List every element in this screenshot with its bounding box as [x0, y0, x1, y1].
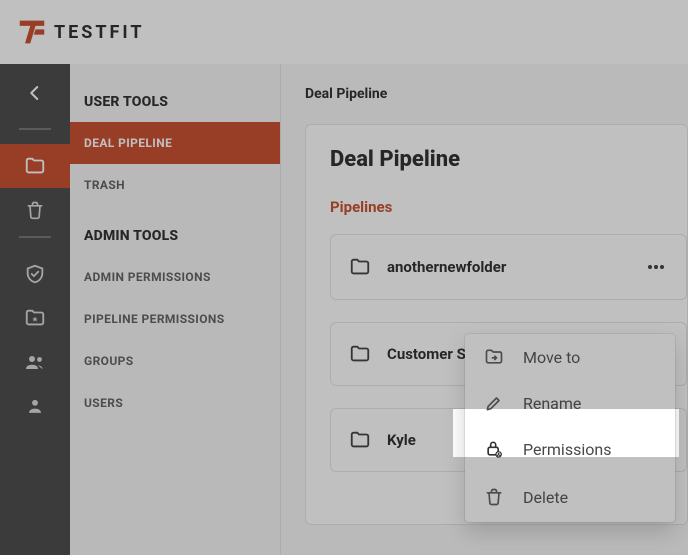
- rail-item-trash[interactable]: [0, 188, 70, 232]
- more-horizontal-icon: [644, 255, 668, 279]
- folder-icon: [24, 155, 46, 177]
- rail-item-deal-pipeline[interactable]: [0, 144, 70, 188]
- folder-icon: [349, 256, 371, 278]
- menu-item-move-to[interactable]: Move to: [465, 334, 675, 380]
- rail-item-pipeline-permissions[interactable]: [0, 296, 70, 340]
- sidebar-item-deal-pipeline[interactable]: DEAL PIPELINE: [70, 122, 280, 164]
- shield-check-icon: [24, 263, 46, 285]
- pipeline-row-name: Kyle: [387, 431, 416, 449]
- menu-item-permissions[interactable]: Permissions: [465, 426, 675, 472]
- row-more-button[interactable]: [644, 255, 668, 279]
- folder-icon: [349, 429, 371, 451]
- brand-logo-mark: [18, 18, 46, 46]
- folder-icon: [349, 343, 371, 365]
- sidebar-item-users[interactable]: USERS: [70, 382, 280, 424]
- sidebar-item-pipeline-permissions[interactable]: PIPELINE PERMISSIONS: [70, 298, 280, 340]
- brand-name: TESTFIT: [54, 22, 145, 43]
- user-icon: [24, 395, 46, 417]
- page-title: Deal Pipeline: [330, 147, 687, 172]
- folder-move-icon: [483, 347, 505, 367]
- lock-person-icon: [483, 439, 505, 459]
- menu-item-label: Rename: [523, 394, 581, 413]
- rail-item-groups[interactable]: [0, 340, 70, 384]
- pipeline-row[interactable]: anothernewfolder: [330, 234, 687, 300]
- collapse-sidebar-button[interactable]: [26, 84, 44, 102]
- trash-icon: [483, 487, 505, 507]
- icon-rail: [0, 64, 70, 555]
- breadcrumb: Deal Pipeline: [305, 86, 688, 102]
- rail-separator: [19, 236, 51, 238]
- brand-logo: TESTFIT: [18, 18, 145, 46]
- menu-item-rename[interactable]: Rename: [465, 380, 675, 426]
- trash-icon: [25, 200, 45, 220]
- menu-item-label: Delete: [523, 488, 568, 507]
- rail-separator: [19, 128, 51, 130]
- folder-star-icon: [24, 307, 46, 329]
- sidebar: USER TOOLS DEAL PIPELINE TRASH ADMIN TOO…: [70, 64, 281, 555]
- menu-item-delete[interactable]: Delete: [465, 472, 675, 522]
- section-subhead: Pipelines: [330, 198, 687, 216]
- sidebar-section-user-tools: USER TOOLS: [70, 80, 280, 122]
- sidebar-section-admin-tools: ADMIN TOOLS: [70, 206, 280, 256]
- pipeline-row-name: anothernewfolder: [387, 258, 506, 276]
- rail-item-admin-permissions[interactable]: [0, 252, 70, 296]
- app-header: TESTFIT: [0, 0, 688, 64]
- groups-icon: [23, 350, 47, 374]
- context-menu: Move to Rename Permissions Delete: [465, 334, 675, 522]
- menu-item-label: Move to: [523, 348, 580, 367]
- rail-item-users[interactable]: [0, 384, 70, 428]
- sidebar-item-groups[interactable]: GROUPS: [70, 340, 280, 382]
- pencil-icon: [483, 393, 505, 413]
- chevron-left-icon: [26, 84, 44, 102]
- menu-item-label: Permissions: [523, 440, 611, 459]
- sidebar-item-trash[interactable]: TRASH: [70, 164, 280, 206]
- sidebar-item-admin-permissions[interactable]: ADMIN PERMISSIONS: [70, 256, 280, 298]
